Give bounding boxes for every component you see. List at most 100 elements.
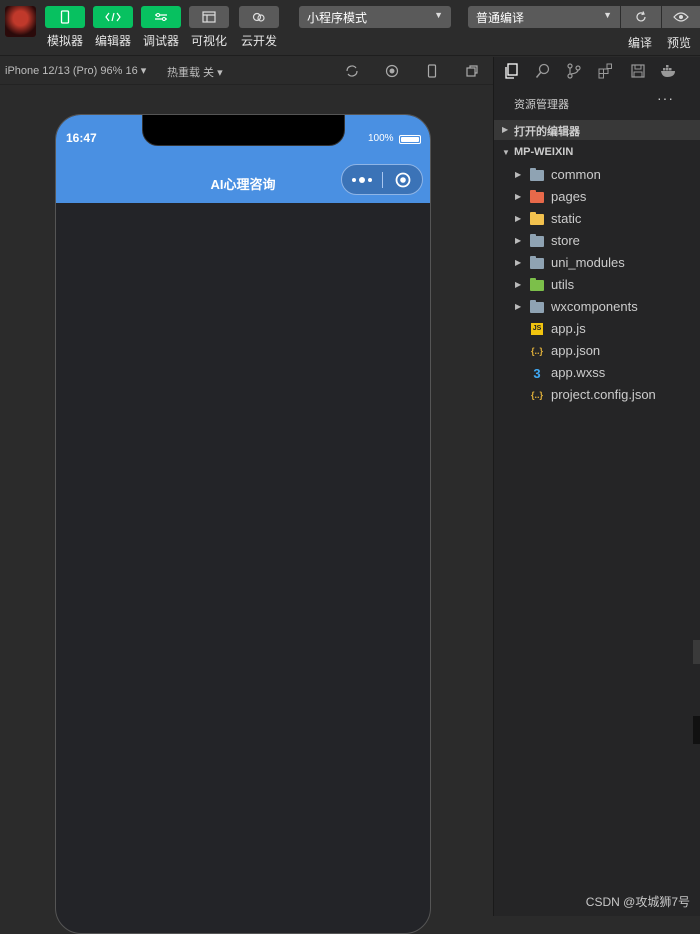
tree-item-label: project.config.json <box>551 387 656 402</box>
project-label: MP-WEIXIN <box>514 146 574 158</box>
tree-item-label: uni_modules <box>551 255 625 270</box>
json-file-icon: {..} <box>530 346 543 356</box>
tree-item-label: app.json <box>551 343 601 358</box>
compile-button[interactable] <box>621 6 661 28</box>
editor-tool[interactable]: 编辑器 <box>92 6 134 49</box>
open-editors-section[interactable]: ▶ 打开的编辑器 <box>494 120 700 140</box>
watermark: CSDN @攻城狮7号 <box>585 895 690 909</box>
phone-icon[interactable] <box>424 63 440 79</box>
tree-item-static[interactable]: ▶ static <box>494 208 700 230</box>
simulator-label: 模拟器 <box>46 34 83 48</box>
extensions-icon[interactable] <box>597 62 615 80</box>
tree-item-common[interactable]: ▶ common <box>494 164 700 186</box>
detach-window-icon[interactable] <box>464 63 480 79</box>
css-file-icon: 3 <box>533 365 541 381</box>
compile-mode-select[interactable]: 普通编译 ▼ <box>468 6 620 28</box>
docker-icon[interactable] <box>660 62 678 80</box>
tree-item-app-wxss[interactable]: 3 app.wxss <box>494 362 700 384</box>
phone-notch <box>142 115 345 146</box>
cloud-label: 云开发 <box>240 34 277 48</box>
js-file-icon: JS <box>530 323 544 335</box>
cloud-icon <box>239 6 279 28</box>
tree-item-wxcomponents[interactable]: ▶ wxcomponents <box>494 296 700 318</box>
layout-icon <box>189 6 229 28</box>
explorer-panel: 资源管理器 ··· ▶ 打开的编辑器 ▼ MP-WEIXIN ▶ common … <box>493 57 700 916</box>
tree-item-label: app.js <box>551 321 586 336</box>
phone-navbar: 16:47 100% AI心理咨询 <box>56 115 430 203</box>
source-control-icon[interactable] <box>565 62 583 80</box>
hot-reload-toggle[interactable]: 热重载 关 ▾ <box>167 64 223 80</box>
folder-icon <box>530 233 544 247</box>
chevron-down-icon: ▼ <box>502 148 510 157</box>
tree-item-project-config[interactable]: {..} project.config.json <box>494 384 700 406</box>
cloud-tool[interactable]: 云开发 <box>238 6 280 49</box>
editor-label: 编辑器 <box>94 34 131 48</box>
chevron-right-icon: ▶ <box>515 170 522 179</box>
project-section[interactable]: ▼ MP-WEIXIN <box>494 143 700 163</box>
folder-icon <box>530 255 544 269</box>
chevron-right-icon: ▶ <box>515 280 522 289</box>
folder-icon <box>530 167 544 181</box>
debugger-label: 调试器 <box>142 34 179 48</box>
mode-select[interactable]: 小程序模式 ▼ <box>299 6 451 28</box>
refresh-icon <box>636 11 646 22</box>
tree-item-app-json[interactable]: {..} app.json <box>494 340 700 362</box>
rotate-icon[interactable] <box>344 63 360 79</box>
chevron-right-icon: ▶ <box>502 125 509 134</box>
tree-item-label: utils <box>551 277 575 292</box>
preview-button[interactable] <box>662 6 700 28</box>
simulator-bar: iPhone 12/13 (Pro) 96% 16 ▾ 热重载 关 ▾ <box>0 57 493 85</box>
top-toolbar: 模拟器 编辑器 调试器 可视化 云开发 小程序模式 ▼ 普通编译 ▼ 编译 预览 <box>0 0 700 56</box>
more-actions-icon[interactable]: ··· <box>657 90 674 106</box>
visual-tool[interactable]: 可视化 <box>188 6 230 49</box>
folder-icon <box>530 299 544 313</box>
debugger-tool[interactable]: 调试器 <box>140 6 182 49</box>
chevron-right-icon: ▶ <box>515 302 522 311</box>
json-file-icon: {..} <box>530 390 543 400</box>
battery-percent: 100% <box>368 133 394 144</box>
files-icon[interactable] <box>502 62 520 80</box>
tree-item-pages[interactable]: ▶ pages <box>494 186 700 208</box>
tree-item-label: static <box>551 211 582 226</box>
phone-icon <box>45 6 85 28</box>
chevron-down-icon: ▼ <box>434 10 443 20</box>
storage-icon[interactable] <box>629 62 647 80</box>
compile-select-value: 普通编译 <box>476 11 525 25</box>
chevron-down-icon: ▼ <box>603 10 612 20</box>
open-editors-label: 打开的编辑器 <box>514 126 580 138</box>
explorer-title: 资源管理器 <box>514 99 569 111</box>
chevron-right-icon: ▶ <box>515 236 522 245</box>
status-time: 16:47 <box>66 131 97 145</box>
search-icon[interactable] <box>534 62 552 80</box>
chevron-right-icon: ▶ <box>515 258 522 267</box>
tree-item-utils[interactable]: ▶ utils <box>494 274 700 296</box>
battery-icon <box>399 135 421 144</box>
folder-icon <box>530 277 544 291</box>
mode-select-value: 小程序模式 <box>307 11 368 25</box>
visual-label: 可视化 <box>190 34 227 48</box>
folder-icon <box>530 189 544 203</box>
close-miniprogram-icon[interactable] <box>383 172 422 188</box>
simulator-tool[interactable]: 模拟器 <box>44 6 86 49</box>
debug-icon <box>141 6 181 28</box>
scrollbar-thumb[interactable] <box>693 640 700 664</box>
tree-item-label: wxcomponents <box>551 299 638 314</box>
chevron-right-icon: ▶ <box>515 192 522 201</box>
tree-item-store[interactable]: ▶ store <box>494 230 700 252</box>
user-avatar[interactable] <box>5 6 36 37</box>
code-icon <box>93 6 133 28</box>
tree-item-label: pages <box>551 189 587 204</box>
chevron-right-icon: ▶ <box>515 214 522 223</box>
menu-capsule[interactable] <box>341 164 423 195</box>
compile-label[interactable]: 编译 <box>628 34 652 51</box>
panel-edge <box>693 716 700 744</box>
device-select[interactable]: iPhone 12/13 (Pro) 96% 16 ▾ <box>5 64 146 77</box>
tree-item-app-js[interactable]: JS app.js <box>494 318 700 340</box>
activity-bar <box>494 57 700 85</box>
preview-label[interactable]: 预览 <box>667 34 691 51</box>
tree-item-uni-modules[interactable]: ▶ uni_modules <box>494 252 700 274</box>
record-icon[interactable] <box>384 63 400 79</box>
more-dots-icon[interactable] <box>342 176 382 184</box>
tree-item-label: common <box>551 167 601 182</box>
phone-simulator[interactable]: 16:47 100% AI心理咨询 <box>55 114 431 934</box>
